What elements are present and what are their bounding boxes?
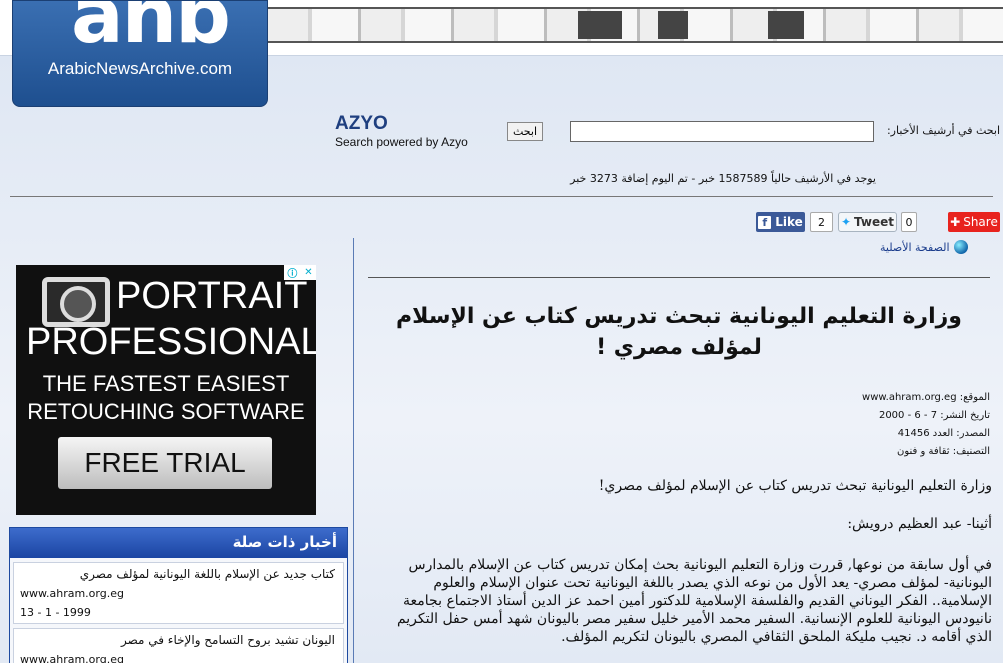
logo-mark: anb (71, 0, 231, 61)
header-divider (10, 196, 993, 197)
newspaper-collage (268, 7, 1003, 43)
article-divider (368, 277, 990, 278)
ad-headline-2: PROFESSIONAL (26, 321, 316, 363)
plus-icon: ✚ (950, 215, 961, 229)
facebook-icon: f (758, 215, 772, 229)
related-news-source: www.ahram.org.eg (20, 653, 124, 663)
column-divider (353, 238, 354, 663)
ad-tagline-1: THE FASTEST EASIEST (42, 371, 290, 396)
tweet-label: Tweet (854, 215, 895, 229)
tweet-button[interactable]: ✦ Tweet (838, 212, 897, 232)
search-input[interactable] (570, 121, 874, 142)
related-news-box: أخبار ذات صلة كتاب جديد عن الإسلام باللغ… (9, 527, 348, 663)
ad-free-trial-button[interactable]: FREE TRIAL (58, 437, 272, 489)
azyo-logo: AZYO (335, 113, 388, 134)
camera-icon (42, 277, 110, 327)
article-site: الموقع: www.ahram.org.eg (862, 392, 990, 403)
related-news-item[interactable]: اليونان تشيد بروح التسامح والإخاء في مصر… (13, 628, 344, 663)
globe-icon (953, 240, 968, 254)
related-news-title[interactable]: اليونان تشيد بروح التسامح والإخاء في مصر (20, 633, 335, 647)
original-page-link[interactable]: الصفحة الأصلية (880, 240, 996, 254)
search-powered-by: Search powered by Azyo (335, 135, 468, 149)
article-category: التصنيف: ثقافة و فنون (897, 446, 990, 457)
search-label: ابحث في أرشيف الأخبار: (886, 124, 1000, 137)
article-source: المصدر: العدد 41456 (897, 428, 990, 439)
ad-tagline-2: RETOUCHING SOFTWARE (27, 399, 305, 424)
search-button[interactable]: ابحث (507, 122, 543, 141)
facebook-like-button[interactable]: f Like (756, 212, 805, 232)
related-news-source: www.ahram.org.eg (20, 587, 124, 600)
ad-headline-1: PORTRAIT (116, 275, 308, 317)
article-author: أثينا- عبد العظيم درويش: (847, 516, 992, 532)
tweet-count: 0 (901, 212, 917, 232)
archive-stats: يوجد في الأرشيف حالياً 1587589 خبر - تم … (570, 172, 876, 185)
share-button[interactable]: ✚ Share (948, 212, 1000, 232)
like-count: 2 (810, 212, 833, 232)
related-news-heading: أخبار ذات صلة (10, 528, 347, 558)
logo-text: ArabicNewsArchive.com (47, 59, 233, 78)
advertisement-banner[interactable]: ⓘ ✕ PORTRAIT PROFESSIONAL THE FASTEST EA… (16, 265, 316, 515)
article-date: تاريخ النشر: 7 - 6 - 2000 (878, 410, 990, 421)
azyo-search-provider[interactable]: AZYO Search powered by Azyo (335, 114, 495, 149)
related-news-title[interactable]: كتاب جديد عن الإسلام باللغة اليونانية لم… (20, 567, 335, 581)
site-logo[interactable]: anb ArabicNewsArchive.com (12, 0, 268, 107)
related-news-item[interactable]: كتاب جديد عن الإسلام باللغة اليونانية لم… (13, 562, 344, 624)
article-title: وزارة التعليم اليونانية تبحث تدريس كتاب … (396, 304, 962, 360)
twitter-bird-icon: ✦ (840, 215, 852, 229)
article-body: في أول سابقة من نوعها, قررت وزارة التعلي… (396, 557, 992, 645)
article-lead: وزارة التعليم اليونانية تبحث تدريس كتاب … (598, 478, 992, 494)
share-label: Share (963, 215, 998, 229)
related-news-date: 13 - 1 - 1999 (20, 606, 91, 619)
original-page-label: الصفحة الأصلية (880, 240, 950, 254)
like-label: Like (775, 215, 803, 229)
